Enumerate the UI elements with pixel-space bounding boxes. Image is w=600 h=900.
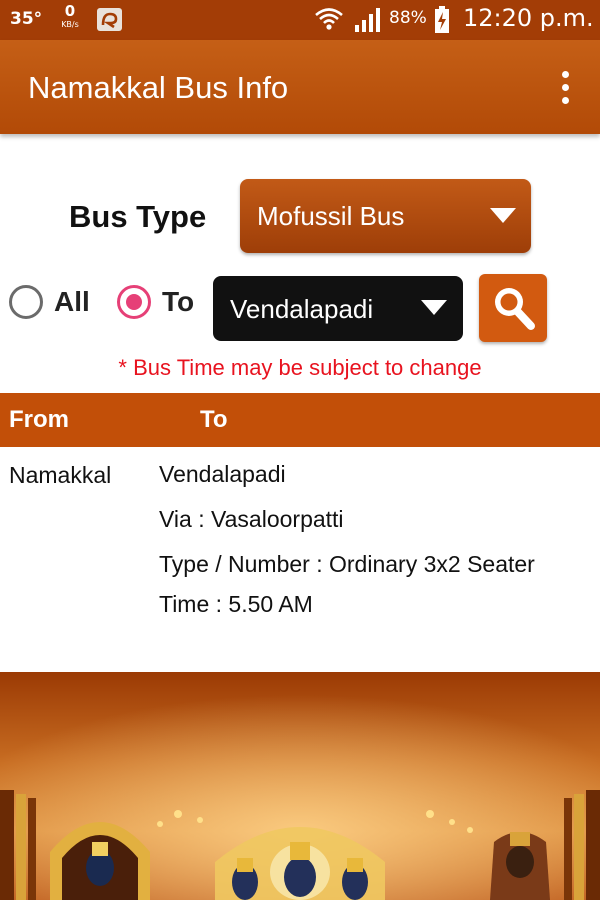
header-to: To xyxy=(200,406,228,433)
menu-dot xyxy=(562,97,569,104)
clock-text: 12:20 p.m. xyxy=(463,4,594,32)
battery-percent-text: 88% xyxy=(389,8,427,28)
battery-charging-icon xyxy=(434,6,450,38)
table-row[interactable]: Namakkal Vendalapadi Via : Vasaloorpatti… xyxy=(0,447,600,672)
destination-text: Vendalapadi xyxy=(159,461,286,487)
bus-type-value: Mofussil Bus xyxy=(257,201,405,231)
search-icon xyxy=(495,288,535,330)
bus-type-dropdown[interactable]: Mofussil Bus xyxy=(240,179,531,253)
network-speed-unit: KB/s xyxy=(61,20,79,29)
departure-time-text: Time : 5.50 AM xyxy=(159,591,313,617)
chevron-down-icon xyxy=(421,300,447,315)
radio-all[interactable] xyxy=(9,285,43,319)
bus-type-number-text: Type / Number : Ordinary 3x2 Seater xyxy=(159,551,535,577)
menu-dot xyxy=(562,84,569,91)
network-speed: 0 KB/s xyxy=(56,4,84,29)
temple-banner-image xyxy=(0,672,600,900)
table-header: From To xyxy=(0,393,600,447)
radio-to-label[interactable]: To xyxy=(162,286,194,318)
menu-dot xyxy=(562,71,569,78)
header-from: From xyxy=(9,406,69,433)
radio-all-label[interactable]: All xyxy=(54,286,90,318)
wifi-icon xyxy=(313,6,345,36)
via-text: Via : Vasaloorpatti xyxy=(159,506,344,532)
chevron-down-icon xyxy=(490,208,516,223)
network-speed-value: 0 xyxy=(64,2,76,20)
temperature-text: 35° xyxy=(10,9,43,29)
destination-value: Vendalapadi xyxy=(230,294,374,324)
from-cell: Namakkal xyxy=(9,462,112,488)
signal-icon xyxy=(353,7,383,37)
app-bar: Namakkal Bus Info xyxy=(0,40,600,134)
disclaimer-text: * Bus Time may be subject to change xyxy=(118,355,482,380)
bus-type-label: Bus Type xyxy=(69,199,207,234)
app-title: Namakkal Bus Info xyxy=(28,70,289,105)
app-notification-icon xyxy=(97,8,122,31)
status-bar: 35° 0 KB/s 88% 12:20 p.m. xyxy=(0,0,600,40)
destination-dropdown[interactable]: Vendalapadi xyxy=(213,276,463,341)
to-cell: Vendalapadi Via : Vasaloorpatti Type / N… xyxy=(159,459,579,634)
radio-to[interactable] xyxy=(117,285,151,319)
search-button[interactable] xyxy=(479,274,547,342)
more-vert-icon[interactable] xyxy=(548,68,582,108)
